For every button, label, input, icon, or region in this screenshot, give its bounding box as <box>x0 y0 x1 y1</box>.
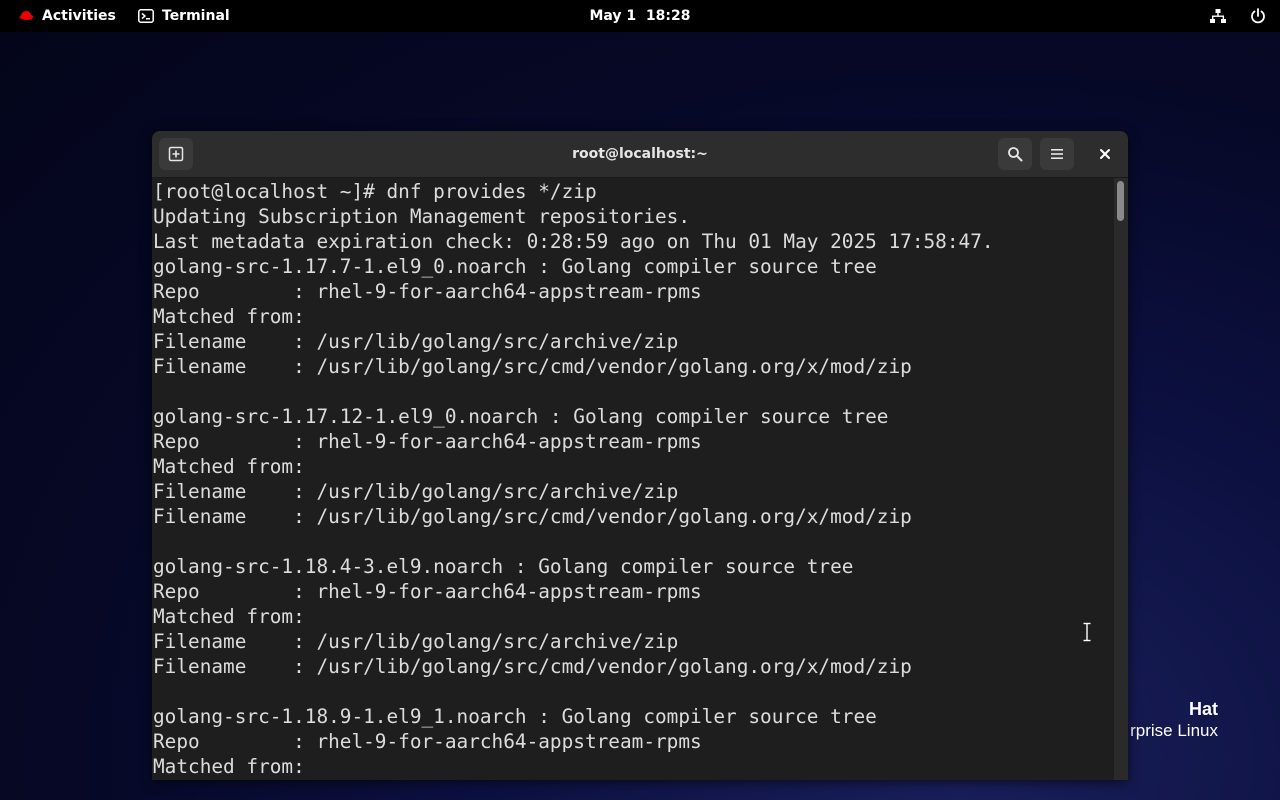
hamburger-menu-icon <box>1051 149 1063 159</box>
terminal-line: golang-src-1.18.9-1.el9_1.noarch : Golan… <box>153 705 877 728</box>
close-button[interactable] <box>1088 138 1122 170</box>
terminal-icon <box>138 9 154 23</box>
scrollbar-thumb[interactable] <box>1117 181 1124 221</box>
system-tray[interactable] <box>1210 0 1266 32</box>
terminal-line: Filename : /usr/lib/golang/src/cmd/vendo… <box>153 355 912 378</box>
redhat-logo-icon <box>19 11 34 21</box>
activities-label: Activities <box>42 8 116 24</box>
terminal-line: Filename : /usr/lib/golang/src/archive/z… <box>153 630 679 653</box>
terminal-line: golang-src-1.17.12-1.el9_0.noarch : Gola… <box>153 405 889 428</box>
terminal-line: Filename : /usr/lib/golang/src/archive/z… <box>153 330 679 353</box>
terminal-line: Filename : /usr/lib/golang/src/cmd/vendo… <box>153 655 912 678</box>
terminal-line: [root@localhost ~]# dnf provides */zip <box>153 180 597 203</box>
terminal-line: golang-src-1.18.4-3.el9.noarch : Golang … <box>153 555 854 578</box>
power-icon[interactable] <box>1250 8 1266 24</box>
app-menu-terminal[interactable]: Terminal <box>138 0 230 32</box>
close-icon <box>1100 149 1110 159</box>
window-title: root@localhost:~ <box>572 146 708 162</box>
terminal-window[interactable]: root@localhost:~ [root@localhost ~]# dnf… <box>152 131 1128 780</box>
terminal-line: Last metadata expiration check: 0:28:59 … <box>153 230 994 253</box>
new-tab-button[interactable] <box>159 138 193 170</box>
menu-button[interactable] <box>1040 138 1074 170</box>
terminal-line: golang-src-1.17.7-1.el9_0.noarch : Golan… <box>153 255 877 278</box>
terminal-line: Filename : /usr/lib/golang/src/cmd/vendo… <box>153 505 912 528</box>
terminal-line: Repo : rhel-9-for-aarch64-appstream-rpms <box>153 580 702 603</box>
terminal-line: Matched from: <box>153 605 305 628</box>
terminal-line: Matched from: <box>153 305 305 328</box>
new-tab-icon <box>168 146 184 162</box>
terminal-scrollbar[interactable] <box>1114 178 1128 780</box>
text-cursor-icon <box>1083 622 1091 642</box>
search-button[interactable] <box>998 138 1032 170</box>
network-icon[interactable] <box>1210 8 1226 24</box>
terminal-line: Updating Subscription Management reposit… <box>153 205 691 228</box>
terminal-line: Repo : rhel-9-for-aarch64-appstream-rpms <box>153 730 702 753</box>
terminal-output[interactable]: [root@localhost ~]# dnf provides */zip U… <box>152 178 1114 780</box>
window-titlebar[interactable]: root@localhost:~ <box>152 131 1128 178</box>
clock-label[interactable]: May 1 18:28 <box>589 8 690 24</box>
terminal-line: Matched from: <box>153 455 305 478</box>
search-icon <box>1008 147 1023 162</box>
terminal-line: Matched from: <box>153 755 305 778</box>
app-menu-label: Terminal <box>162 8 230 24</box>
terminal-line: Repo : rhel-9-for-aarch64-appstream-rpms <box>153 280 702 303</box>
activities-button[interactable]: Activities <box>18 0 116 32</box>
terminal-line: Filename : /usr/lib/golang/src/archive/z… <box>153 480 679 503</box>
terminal-line: Repo : rhel-9-for-aarch64-appstream-rpms <box>153 430 702 453</box>
top-bar: Activities Terminal May 1 18:28 <box>0 0 1280 32</box>
